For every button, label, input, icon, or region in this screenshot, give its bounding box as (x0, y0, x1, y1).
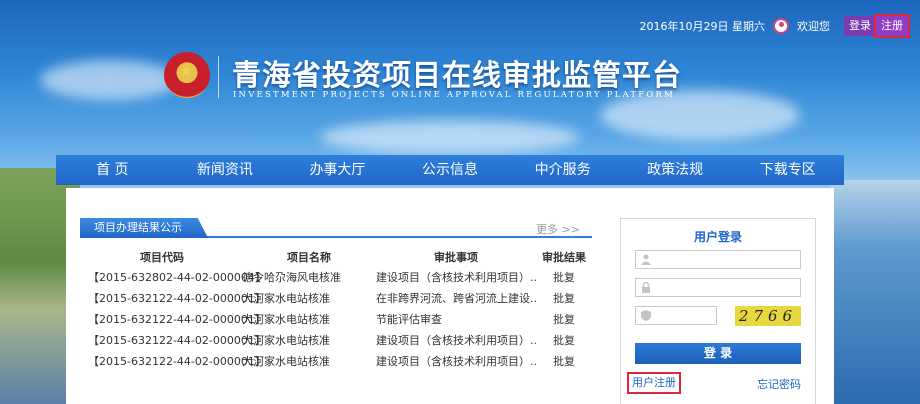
approval-result: 批复 (553, 333, 575, 347)
nav-item-home[interactable]: 首 页 (56, 155, 169, 185)
captcha-input[interactable] (656, 308, 714, 323)
nav-item-service-hall[interactable]: 办事大厅 (281, 155, 394, 185)
background-cloud (40, 60, 180, 100)
project-name[interactable]: 大河家水电站核准 (236, 290, 376, 306)
password-field[interactable] (635, 278, 801, 297)
approval-result: 批复 (553, 270, 575, 284)
emblem-icon (164, 52, 210, 98)
welcome-text: 欢迎您 (797, 20, 830, 33)
approval-result: 批复 (553, 291, 575, 305)
project-code: 【2015-632122-44-02-000001】 (88, 354, 266, 368)
nav-item-policy[interactable]: 政策法规 (619, 155, 732, 185)
results-tab[interactable]: 项目办理结果公示 (80, 218, 208, 238)
approval-item: 在非跨界河流、跨省河流上建设... (376, 291, 536, 305)
project-name[interactable]: 德令哈尕海风电核准 (236, 269, 376, 285)
project-name[interactable]: 大河家水电站核准 (236, 332, 376, 348)
more-link[interactable]: 更多 >> (536, 221, 580, 237)
project-code: 【2015-632802-44-02-000004】 (88, 270, 266, 284)
approval-result: 批复 (553, 312, 575, 326)
main-nav: 首 页 新闻资讯 办事大厅 公示信息 中介服务 政策法规 下载专区 (56, 155, 844, 185)
register-button[interactable]: 注册 (874, 14, 910, 38)
table-row[interactable]: 【2015-632122-44-02-000001】 大河家水电站核准 在非跨界… (80, 287, 592, 308)
nav-item-public-info[interactable]: 公示信息 (394, 155, 507, 185)
approval-item: 建设项目（含核技术利用项目）... (376, 354, 536, 368)
results-header: 项目办理结果公示 更多 >> (80, 218, 592, 238)
column-header-name: 项目名称 (287, 251, 331, 264)
captcha-field[interactable] (635, 306, 717, 325)
content-panel: 项目办理结果公示 更多 >> 项目代码 项目名称 审批事项 审批结果 【2015… (66, 188, 834, 404)
auth-buttons: 登录 注册 (844, 14, 910, 38)
project-code: 【2015-632122-44-02-000001】 (88, 333, 266, 347)
background-cloud (320, 120, 580, 154)
captcha-image[interactable]: 2766 (735, 306, 801, 326)
table-header-row: 项目代码 项目名称 审批事项 审批结果 (80, 248, 592, 266)
table-row[interactable]: 【2015-632802-44-02-000004】 德令哈尕海风电核准 建设项… (80, 266, 592, 287)
project-name[interactable]: 大河家水电站核准 (236, 311, 376, 327)
nav-item-agency-service[interactable]: 中介服务 (506, 155, 619, 185)
logo-divider (218, 56, 219, 98)
table-row[interactable]: 【2015-632122-44-02-000001】 大河家水电站核准 建设项目… (80, 329, 592, 350)
table-row[interactable]: 【2015-632122-44-02-000001】 大河家水电站核准 建设项目… (80, 350, 592, 371)
background-sea (830, 180, 920, 404)
column-header-code: 项目代码 (140, 251, 184, 264)
login-title: 用户登录 (693, 230, 742, 244)
login-submit-button[interactable]: 登 录 (635, 343, 801, 364)
nav-item-news[interactable]: 新闻资讯 (169, 155, 282, 185)
column-header-result: 审批结果 (542, 251, 586, 264)
forgot-password-link[interactable]: 忘记密码 (757, 376, 801, 392)
site-subtitle: INVESTMENT PROJECTS ONLINE APPROVAL REGU… (233, 90, 675, 100)
nav-item-download[interactable]: 下载专区 (731, 155, 844, 185)
approval-item: 建设项目（含核技术利用项目）... (376, 333, 536, 347)
site-title: 青海省投资项目在线审批监管平台 (232, 58, 683, 92)
username-field[interactable] (635, 250, 801, 269)
approval-result: 批复 (553, 354, 575, 368)
login-button[interactable]: 登录 (844, 16, 876, 36)
column-header-item: 审批事项 (434, 251, 478, 264)
project-name[interactable]: 大河家水电站核准 (236, 353, 376, 369)
login-box: 用户登录 2766 登 录 用户注册 忘记密码 (620, 218, 816, 404)
results-table: 项目代码 项目名称 审批事项 审批结果 【2015-632802-44-02-0… (80, 248, 592, 371)
password-input[interactable] (656, 280, 796, 295)
shield-icon (641, 310, 651, 321)
approval-item: 节能评估审查 (376, 312, 442, 326)
table-row[interactable]: 【2015-632122-44-02-000001】 大河家水电站核准 节能评估… (80, 308, 592, 329)
user-icon (641, 254, 651, 265)
project-code: 【2015-632122-44-02-000001】 (88, 291, 266, 305)
lock-icon (641, 281, 651, 293)
date-text: 2016年10月29日 星期六 (639, 20, 766, 33)
approval-item: 建设项目（含核技术利用项目）... (376, 270, 536, 284)
user-register-link[interactable]: 用户注册 (627, 372, 681, 394)
avatar-icon (773, 18, 789, 34)
username-input[interactable] (656, 252, 796, 267)
top-bar: 2016年10月29日 星期六 欢迎您 登录 注册 (639, 14, 910, 38)
project-code: 【2015-632122-44-02-000001】 (88, 312, 266, 326)
